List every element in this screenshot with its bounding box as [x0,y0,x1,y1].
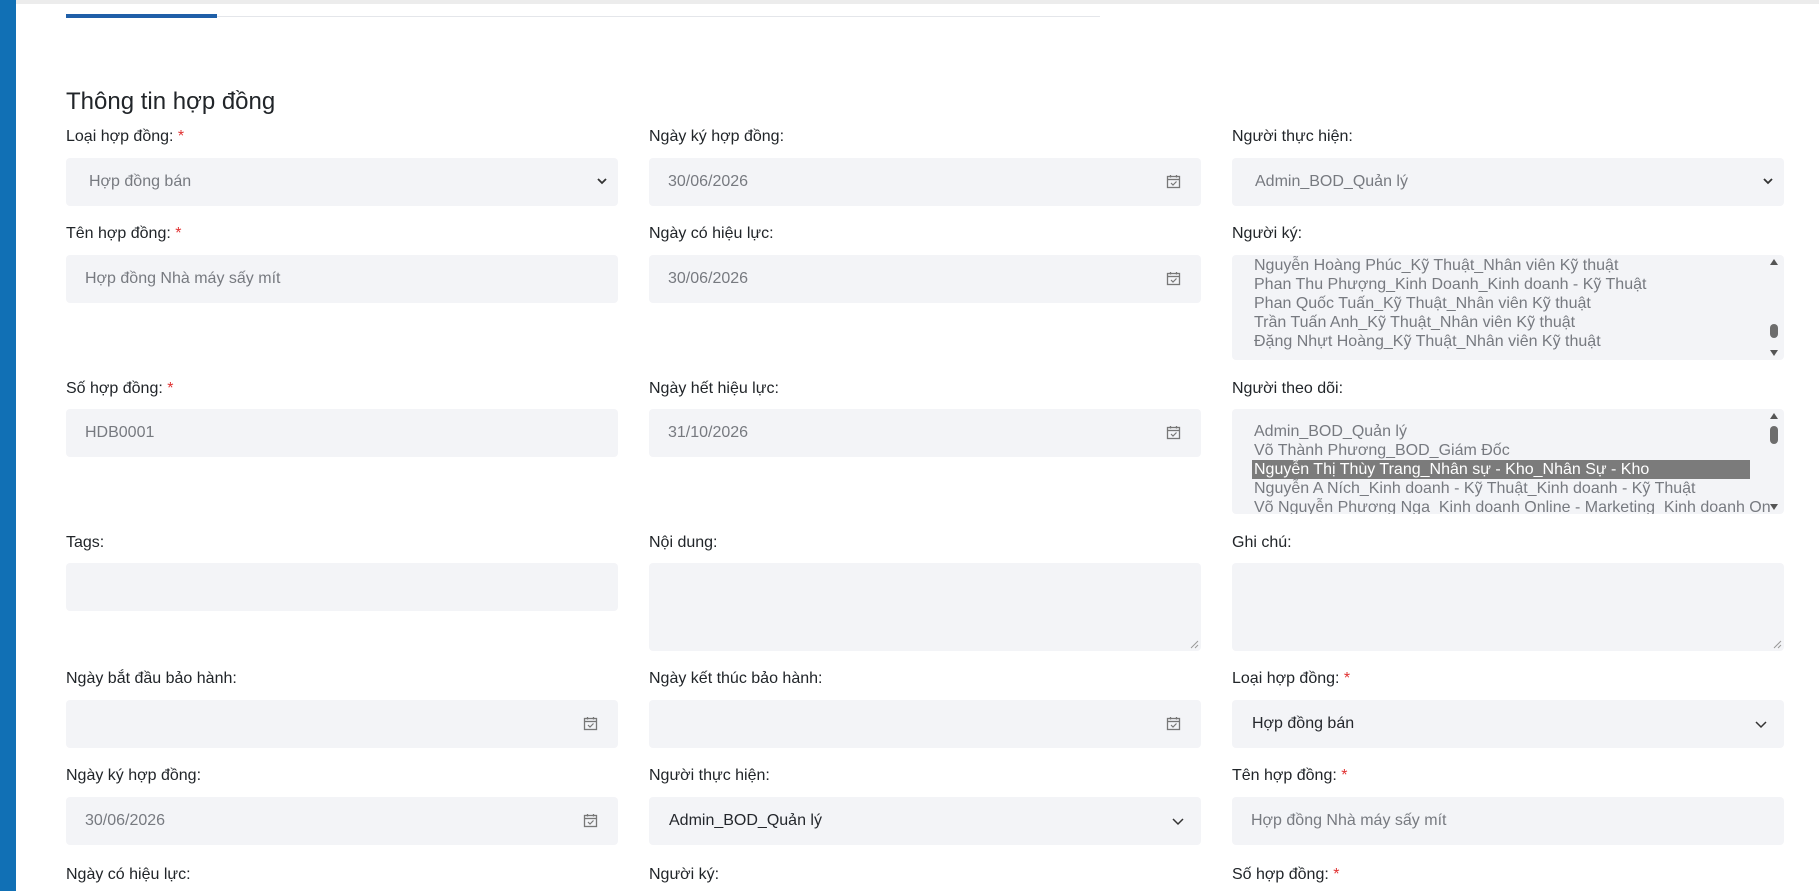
contract-name-input[interactable]: Hợp đồng Nhà máy sấy mít [66,255,618,303]
chevron-down-icon [1172,818,1184,826]
calendar-icon[interactable] [1166,716,1181,731]
contract-type-label: Loại hợp đồng: * [66,128,185,145]
contract-number-input[interactable]: HDB0001 [66,409,618,457]
warranty-end-label: Ngày kết thúc bảo hành: [649,670,823,687]
calendar-icon[interactable] [1166,271,1181,286]
section-title: Thông tin hợp đồng [66,88,276,115]
performer-2-select[interactable]: Admin_BOD_Quản lý [649,797,1201,845]
resize-handle-icon[interactable] [1189,639,1199,649]
signer-option[interactable]: Nguyễn Hoàng Phúc_Kỹ Thuật_Nhân viên Kỹ … [1252,256,1750,275]
sign-date-2-input[interactable]: 30/06/2026 [66,797,618,845]
app-left-edge [0,0,16,891]
sign-date-label: Ngày ký hợp đồng: [649,128,785,145]
warranty-end-input[interactable] [649,700,1201,748]
required-mark: * [175,225,182,242]
contract-name-2-label: Tên hợp đồng: * [1232,767,1348,784]
scroll-up-icon[interactable] [1770,413,1778,419]
warranty-start-label: Ngày bắt đầu bảo hành: [66,670,237,687]
scroll-up-icon[interactable] [1770,259,1778,265]
chevron-down-icon [1763,178,1773,185]
followers-label: Người theo dõi: [1232,380,1344,397]
performer-select[interactable]: Admin_BOD_Quản lý [1232,158,1784,206]
signer-option[interactable]: Phan Thu Phượng_Kinh Doanh_Kinh doanh - … [1252,275,1750,294]
follower-option[interactable]: Võ Nguyễn Phương Nga_Kinh doanh Online -… [1252,498,1770,514]
signer-listbox[interactable]: Nguyễn Hoàng Phúc_Kỹ Thuật_Nhân viên Kỹ … [1232,255,1784,360]
contract-name-2-input[interactable]: Hợp đồng Nhà máy sấy mít [1232,797,1784,845]
warranty-start-input[interactable] [66,700,618,748]
signer-label: Người ký: [1232,225,1303,242]
effective-date-input[interactable]: 30/06/2026 [649,255,1201,303]
signer-option[interactable]: Đặng Nhựt Hoàng_Kỹ Thuật_Nhân viên Kỹ th… [1252,332,1750,351]
top-edge [16,0,1819,4]
chevron-down-icon [1755,721,1767,729]
signer-option[interactable]: Phan Quốc Tuấn_Kỹ Thuật_Nhân viên Kỹ thu… [1252,294,1750,313]
scrollbar-thumb[interactable] [1770,426,1778,444]
calendar-icon[interactable] [583,813,598,828]
expiry-date-value: 31/10/2026 [668,424,749,441]
content-textarea[interactable] [649,563,1201,651]
note-label: Ghi chú: [1232,534,1292,551]
expiry-date-input[interactable]: 31/10/2026 [649,409,1201,457]
performer-2-value: Admin_BOD_Quản lý [669,812,822,829]
scroll-down-icon[interactable] [1770,504,1778,510]
effective-date-label: Ngày có hiệu lực: [649,225,774,242]
follower-option[interactable]: Nguyễn A Ních_Kinh doanh - Kỹ Thuật_Kinh… [1252,479,1770,498]
contract-type-value: Hợp đồng bán [89,173,192,190]
required-mark: * [1333,866,1340,883]
scroll-down-icon[interactable] [1770,350,1778,356]
sign-date-2-value: 30/06/2026 [85,812,166,829]
tags-input[interactable] [66,563,618,611]
performer-value: Admin_BOD_Quản lý [1255,173,1408,190]
signer-option[interactable]: Trần Tuấn Anh_Kỹ Thuật_Nhân viên Kỹ thuậ… [1252,313,1750,332]
signer-scrollbar[interactable] [1768,255,1780,360]
contract-number-2-label: Số hợp đồng: * [1232,866,1340,883]
follower-option[interactable]: Võ Thành Phương_BOD_Giám Đốc [1252,441,1770,460]
contract-type-select[interactable]: Hợp đồng bán [66,158,618,206]
contract-name-label: Tên hợp đồng: * [66,225,182,242]
effective-date-value: 30/06/2026 [668,270,749,287]
contract-number-value: HDB0001 [85,424,155,441]
tab-strip [66,16,1100,17]
followers-scrollbar[interactable] [1768,409,1780,514]
performer-label: Người thực hiện: [1232,128,1353,145]
contract-type-2-select[interactable]: Hợp đồng bán [1232,700,1784,748]
required-mark: * [1343,670,1351,687]
follower-option-selected[interactable]: Nguyễn Thị Thùy Trang_Nhân sự - Kho_Nhân… [1252,460,1750,479]
active-tab-indicator[interactable] [66,14,217,18]
contract-type-2-value: Hợp đồng bán [1252,715,1355,732]
sign-date-value: 30/06/2026 [668,173,749,190]
required-mark: * [167,380,174,397]
followers-listbox[interactable]: Admin_BOD_Quản lý Võ Thành Phương_BOD_Gi… [1232,409,1784,514]
scrollbar-thumb[interactable] [1770,324,1778,338]
contract-name-value: Hợp đồng Nhà máy sấy mít [85,270,281,287]
expiry-date-label: Ngày hết hiệu lực: [649,380,779,397]
contract-number-label: Số hợp đồng: * [66,380,174,397]
contract-type-2-label: Loại hợp đồng: * [1232,670,1351,687]
chevron-down-icon [597,178,607,185]
performer-2-label: Người thực hiện: [649,767,770,784]
content-label: Nội dung: [649,534,718,551]
sign-date-input[interactable]: 30/06/2026 [649,158,1201,206]
resize-handle-icon[interactable] [1772,639,1782,649]
calendar-icon[interactable] [583,716,598,731]
required-mark: * [177,128,185,145]
signer-2-label: Người ký: [649,866,720,883]
required-mark: * [1341,767,1348,784]
contract-name-2-value: Hợp đồng Nhà máy sấy mít [1251,812,1447,829]
calendar-icon[interactable] [1166,425,1181,440]
sign-date-2-label: Ngày ký hợp đồng: [66,767,202,784]
tags-label: Tags: [66,534,105,551]
note-textarea[interactable] [1232,563,1784,651]
follower-option[interactable]: Admin_BOD_Quản lý [1252,422,1770,441]
calendar-icon[interactable] [1166,174,1181,189]
effective-date-2-label: Ngày có hiệu lực: [66,866,191,883]
